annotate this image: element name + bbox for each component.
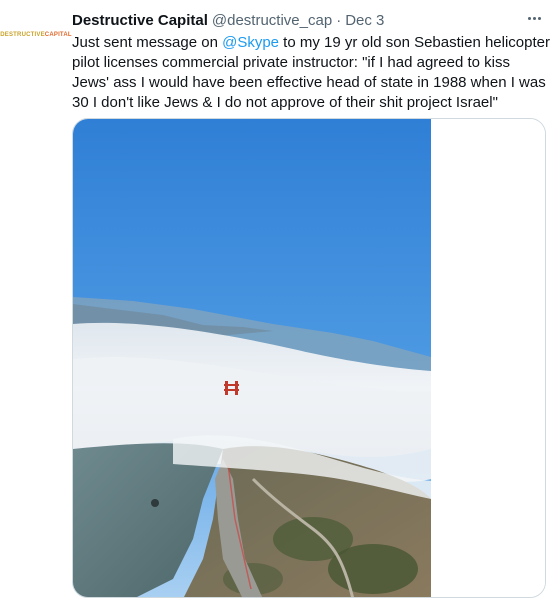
author-handle[interactable]: @destructive_cap (212, 11, 332, 31)
aerial-photo-image (73, 119, 545, 597)
avatar[interactable]: DESTRUCTIVECAPITAL (0, 22, 71, 48)
separator: · (336, 12, 342, 29)
avatar-logo-text: DESTRUCTIVECAPITAL (0, 32, 72, 38)
tweet[interactable]: DESTRUCTIVECAPITAL Destructive Capital @… (0, 0, 557, 603)
bridge-tower-left (225, 381, 228, 395)
tweet-date[interactable]: Dec 3 (345, 11, 384, 31)
photo-content (73, 119, 431, 597)
more-icon[interactable] (521, 8, 547, 28)
tweet-text: Just sent message on @Skype to my 19 yr … (72, 34, 555, 111)
mention-link[interactable]: @Skype (222, 34, 279, 51)
author-name[interactable]: Destructive Capital (72, 11, 208, 31)
tweet-header: Destructive Capital @destructive_cap · D… (72, 11, 384, 31)
bridge-tower-right (235, 381, 238, 395)
tweet-photo[interactable] (72, 118, 546, 598)
